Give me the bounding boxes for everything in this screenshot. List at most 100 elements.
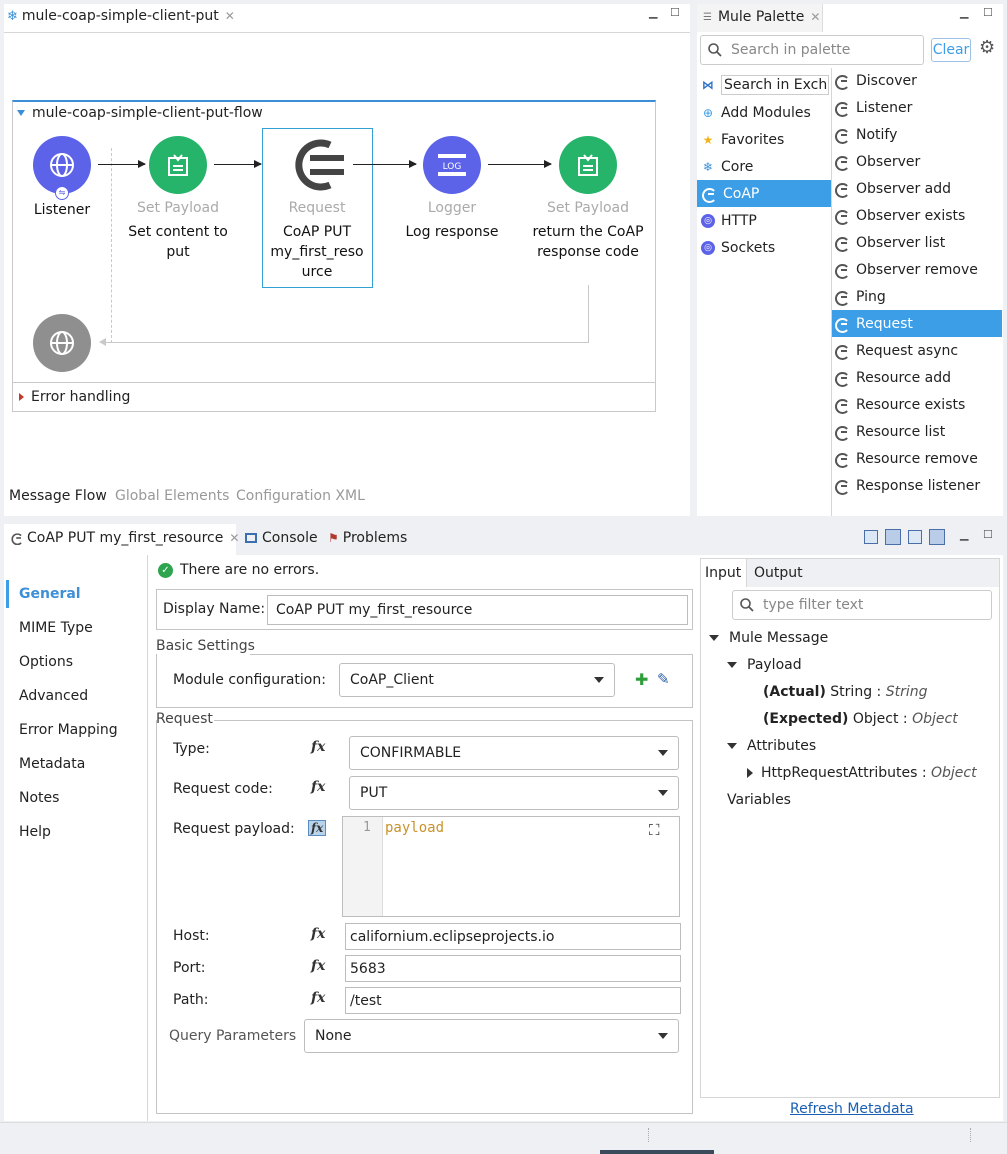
clear-button[interactable]: Clear [931, 38, 971, 62]
side-nav-error-mapping[interactable]: Error Mapping [19, 722, 118, 738]
tab-configuration-xml[interactable]: Configuration XML [236, 488, 365, 504]
palette-search-field[interactable]: Search in palette [700, 35, 924, 65]
editor-tab[interactable]: ❄ mule-coap-simple-client-put ✕ [7, 8, 235, 24]
port-field[interactable]: 5683 [345, 955, 681, 982]
save-icon[interactable] [864, 530, 878, 544]
add-config-icon[interactable]: ✚ [635, 670, 648, 689]
side-nav-notes[interactable]: Notes [19, 790, 59, 806]
maximize-icon[interactable]: ☐ [983, 6, 993, 19]
palette-op[interactable]: Observer remove [832, 256, 1002, 283]
maximize-icon[interactable]: ☐ [983, 528, 993, 541]
close-icon[interactable]: ✕ [225, 9, 235, 23]
set-payload-node[interactable] [149, 136, 207, 194]
tree-mule-message[interactable]: Mule Message [709, 630, 828, 646]
maximize-icon[interactable]: ☐ [670, 6, 680, 19]
display-name-field[interactable]: CoAP PUT my_first_resource [267, 595, 688, 625]
tree-variables[interactable]: Variables [727, 792, 791, 808]
gear-icon[interactable]: ⚙ [979, 37, 995, 58]
palette-op-label: Observer remove [856, 261, 978, 278]
fx-toggle-active[interactable]: fx [308, 820, 327, 836]
palette-op[interactable]: Observer [832, 148, 1002, 175]
type-select[interactable]: CONFIRMABLE [349, 736, 679, 770]
palette-op[interactable]: Resource list [832, 418, 1002, 445]
fx-toggle[interactable]: fx [311, 958, 325, 974]
logger-node[interactable]: LOG [423, 136, 481, 194]
palette-op[interactable]: Resource add [832, 364, 1002, 391]
side-nav-mime-type[interactable]: MIME Type [19, 620, 93, 636]
metadata-tab-input[interactable]: Input [705, 565, 741, 581]
collapsed-triangle-icon[interactable] [747, 768, 753, 778]
side-nav-help[interactable]: Help [19, 824, 51, 840]
edit-config-icon[interactable]: ✎ [657, 670, 670, 688]
palette-op[interactable]: Discover [832, 67, 1002, 94]
fx-toggle[interactable]: fx [311, 990, 325, 1006]
metadata-filter-field[interactable]: type filter text [732, 590, 992, 620]
palette-tab[interactable]: ☰ Mule Palette ✕ [703, 9, 820, 25]
expand-triangle-icon[interactable] [19, 393, 24, 401]
palette-op[interactable]: Resource exists [832, 391, 1002, 418]
expanded-triangle-icon[interactable] [709, 635, 719, 641]
tree-view-icon[interactable] [929, 529, 945, 545]
tree-attributes[interactable]: Attributes [727, 738, 816, 754]
properties-tab[interactable]: CoAP PUT my_first_resource ✕ [9, 530, 239, 546]
tree-toggle-icon[interactable] [885, 529, 901, 545]
collapse-triangle-icon[interactable] [17, 110, 25, 116]
module-config-select[interactable]: CoAP_Client [339, 663, 615, 697]
fx-toggle[interactable]: fx [311, 926, 325, 942]
mule-icon: ❄ [702, 159, 714, 174]
close-icon[interactable]: ✕ [229, 531, 239, 545]
console-tab[interactable]: Console [245, 530, 318, 546]
side-nav-general[interactable]: General [19, 586, 81, 602]
palette-core[interactable]: ❄ Core [697, 153, 831, 180]
fx-toggle[interactable]: fx [311, 779, 325, 795]
palette-favorites[interactable]: ★ Favorites [697, 126, 831, 153]
palette-op[interactable]: Observer list [832, 229, 1002, 256]
set-payload-node-2[interactable] [559, 136, 617, 194]
palette-op[interactable]: Observer exists [832, 202, 1002, 229]
refresh-metadata-link[interactable]: Refresh Metadata [790, 1101, 914, 1117]
expanded-triangle-icon[interactable] [727, 662, 737, 668]
palette-search-exchange[interactable]: ⋈ Search in Excha [697, 71, 831, 98]
metadata-tab-output[interactable]: Output [754, 565, 803, 581]
tab-global-elements[interactable]: Global Elements [115, 488, 229, 504]
source-divider [111, 148, 112, 343]
close-icon[interactable]: ✕ [810, 10, 820, 24]
coap-icon [834, 154, 850, 171]
response-node[interactable] [33, 314, 91, 372]
palette-op[interactable]: Observer add [832, 175, 1002, 202]
error-handling-row[interactable]: Error handling [19, 389, 130, 405]
palette-op[interactable]: Request async [832, 337, 1002, 364]
request-group-topline [214, 720, 693, 721]
palette-add-modules[interactable]: ⊕ Add Modules [697, 99, 831, 126]
palette-op[interactable]: Response listener [832, 472, 1002, 499]
flow-title[interactable]: mule-coap-simple-client-put-flow [17, 105, 263, 121]
editor-tab-underline [4, 32, 690, 33]
palette-op[interactable]: Resource remove [832, 445, 1002, 472]
palette-op[interactable]: Ping [832, 283, 1002, 310]
host-field[interactable]: californium.eclipseprojects.io [345, 923, 681, 950]
query-params-select[interactable]: None [304, 1019, 679, 1053]
payload-editor[interactable]: 1 payload ⛶ [342, 816, 680, 917]
expand-editor-icon[interactable]: ⛶ [649, 821, 660, 839]
palette-op-selected[interactable]: Request [832, 310, 1002, 337]
minimize-icon[interactable]: ▁ [649, 6, 657, 19]
tree-payload[interactable]: Payload [727, 657, 802, 673]
fx-toggle[interactable]: fx [311, 739, 325, 755]
palette-http[interactable]: ◎ HTTP [697, 207, 831, 234]
minimize-icon[interactable]: ▁ [960, 528, 968, 541]
save-all-icon[interactable] [908, 530, 922, 544]
problems-tab[interactable]: ⚑ Problems [328, 530, 407, 546]
expanded-triangle-icon[interactable] [727, 743, 737, 749]
side-nav-options[interactable]: Options [19, 654, 73, 670]
code-select[interactable]: PUT [349, 776, 679, 810]
palette-op[interactable]: Listener [832, 94, 1002, 121]
minimize-icon[interactable]: ▁ [960, 6, 968, 19]
tab-message-flow[interactable]: Message Flow [9, 488, 107, 504]
path-field[interactable]: /test [345, 987, 681, 1014]
palette-op[interactable]: Notify [832, 121, 1002, 148]
palette-sockets[interactable]: ◎ Sockets [697, 234, 831, 261]
side-nav-advanced[interactable]: Advanced [19, 688, 88, 704]
palette-coap[interactable]: CoAP [697, 180, 831, 207]
tree-http-request-attributes[interactable]: HttpRequestAttributes : Object [747, 765, 977, 781]
side-nav-metadata[interactable]: Metadata [19, 756, 85, 772]
